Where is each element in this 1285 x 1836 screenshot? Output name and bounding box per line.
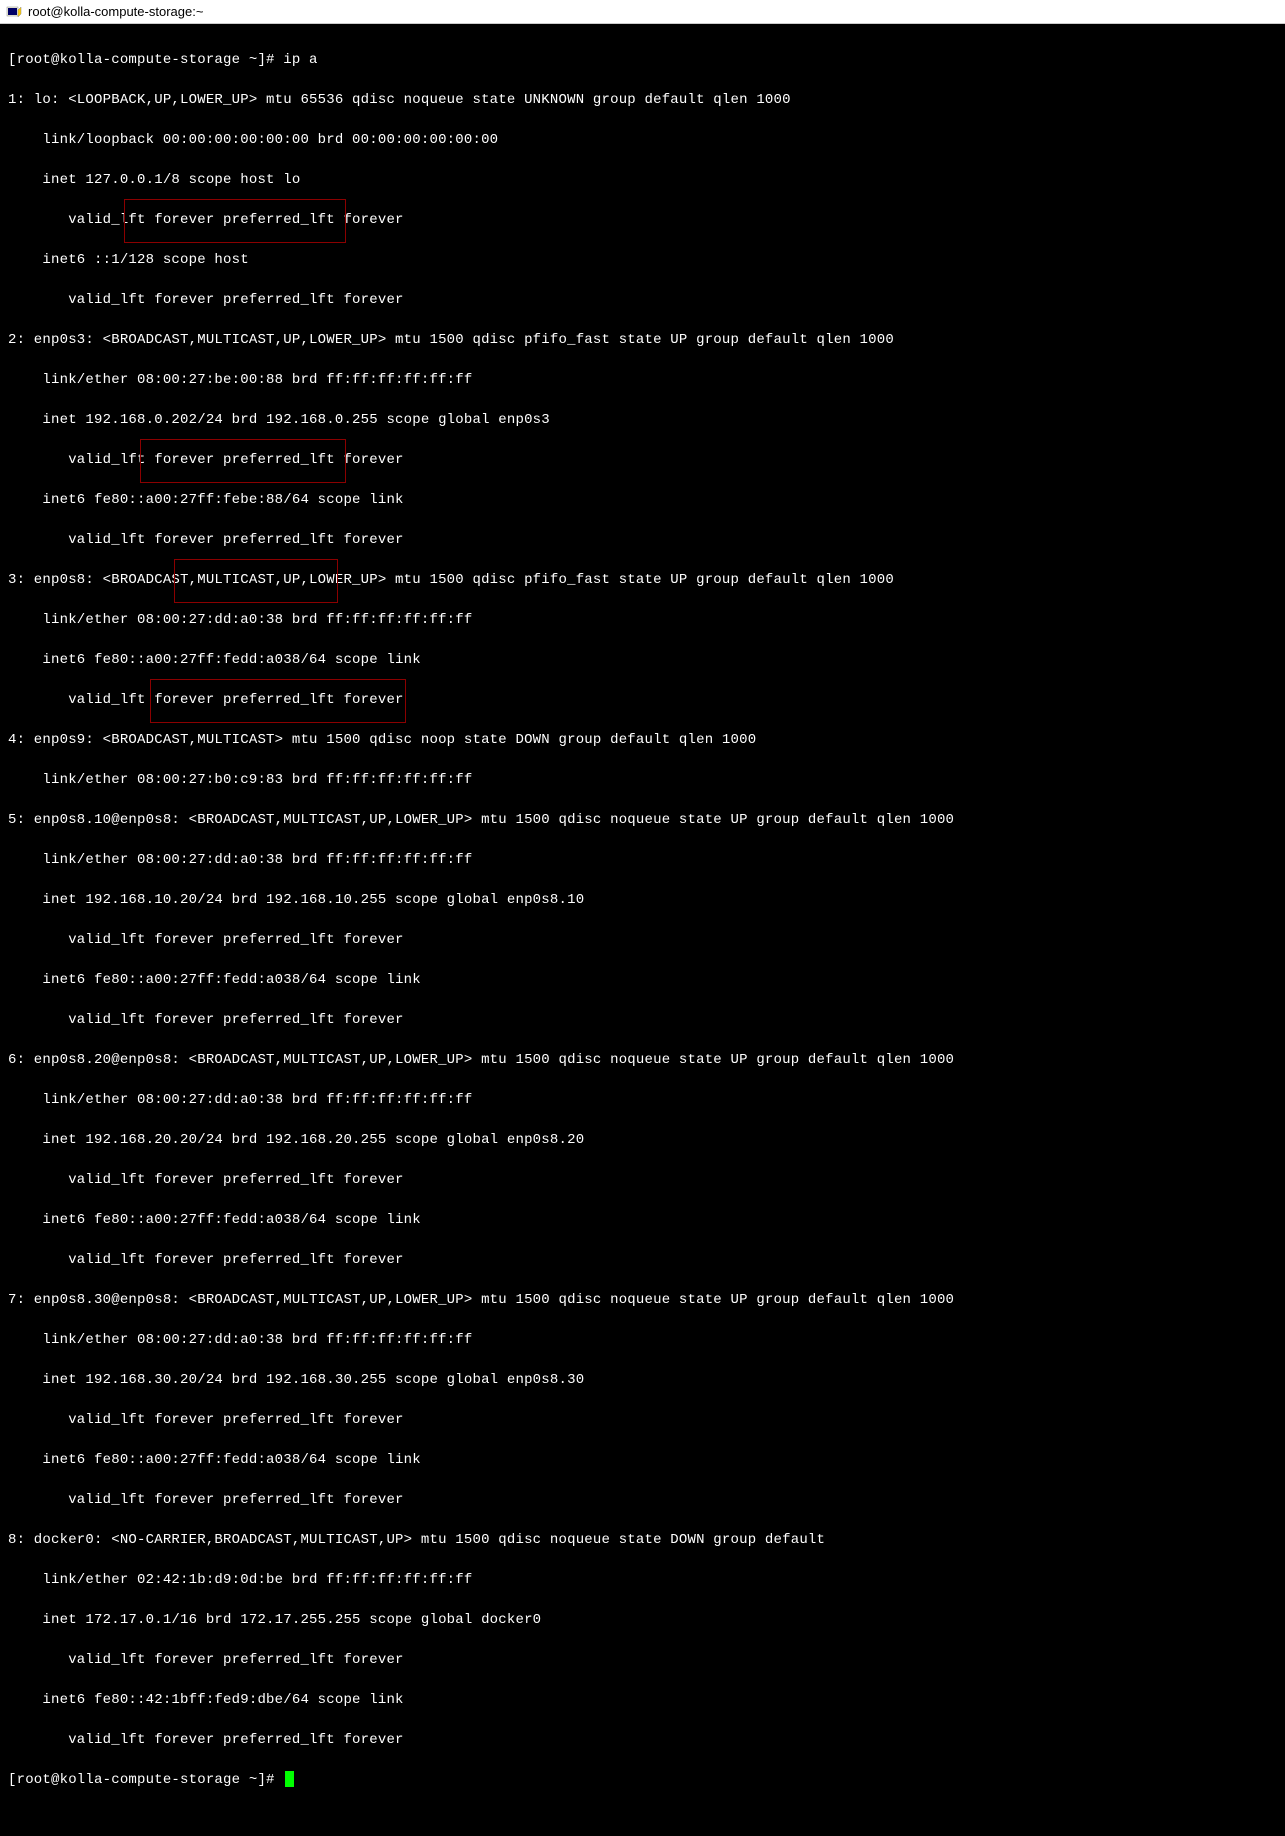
output-line: inet6 fe80::42:1bff:fed9:dbe/64 scope li… [8,1690,1277,1710]
window-title-bar: root@kolla-compute-storage:~ [0,0,1285,24]
prompt-line-end: [root@kolla-compute-storage ~]# [8,1770,1277,1790]
output-line: link/ether 08:00:27:b0:c9:83 brd ff:ff:f… [8,770,1277,790]
output-line: inet6 fe80::a00:27ff:fedd:a038/64 scope … [8,1450,1277,1470]
output-line: 8: docker0: <NO-CARRIER,BROADCAST,MULTIC… [8,1530,1277,1550]
output-line: inet6 fe80::a00:27ff:febe:88/64 scope li… [8,490,1277,510]
output-line: inet 192.168.0.202/24 brd 192.168.0.255 … [8,410,1277,430]
output-line: valid_lft forever preferred_lft forever [8,930,1277,950]
output-line: inet6 fe80::a00:27ff:fedd:a038/64 scope … [8,970,1277,990]
output-line: valid_lft forever preferred_lft forever [8,530,1277,550]
output-line: 2: enp0s3: <BROADCAST,MULTICAST,UP,LOWER… [8,330,1277,350]
output-line: link/ether 08:00:27:dd:a0:38 brd ff:ff:f… [8,1090,1277,1110]
output-line: inet6 ::1/128 scope host [8,250,1277,270]
output-line: inet 172.17.0.1/16 brd 172.17.255.255 sc… [8,1610,1277,1630]
output-line: inet 192.168.20.20/24 brd 192.168.20.255… [8,1130,1277,1150]
output-line: valid_lft forever preferred_lft forever [8,1170,1277,1190]
prompt-text: [root@kolla-compute-storage ~]# [8,1772,283,1788]
output-line: inet6 fe80::a00:27ff:fedd:a038/64 scope … [8,1210,1277,1230]
output-line: valid_lft forever preferred_lft forever [8,1490,1277,1510]
output-line: 6: enp0s8.20@enp0s8: <BROADCAST,MULTICAS… [8,1050,1277,1070]
putty-icon [6,4,22,20]
cursor-icon [285,1771,294,1787]
output-line: valid_lft forever preferred_lft forever [8,1250,1277,1270]
output-line: inet 192.168.10.20/24 brd 192.168.10.255… [8,890,1277,910]
output-line: valid_lft forever preferred_lft forever [8,450,1277,470]
output-line: valid_lft forever preferred_lft forever [8,210,1277,230]
window-title: root@kolla-compute-storage:~ [28,4,203,19]
output-line: link/ether 08:00:27:dd:a0:38 brd ff:ff:f… [8,1330,1277,1350]
output-line: valid_lft forever preferred_lft forever [8,1650,1277,1670]
terminal-area[interactable]: [root@kolla-compute-storage ~]# ip a 1: … [0,24,1285,1836]
output-line: 3: enp0s8: <BROADCAST,MULTICAST,UP,LOWER… [8,570,1277,590]
output-line: link/ether 08:00:27:be:00:88 brd ff:ff:f… [8,370,1277,390]
output-line: inet 192.168.30.20/24 brd 192.168.30.255… [8,1370,1277,1390]
output-line: inet6 fe80::a00:27ff:fedd:a038/64 scope … [8,650,1277,670]
output-line: link/ether 02:42:1b:d9:0d:be brd ff:ff:f… [8,1570,1277,1590]
output-line: valid_lft forever preferred_lft forever [8,690,1277,710]
output-line: valid_lft forever preferred_lft forever [8,290,1277,310]
output-line: 5: enp0s8.10@enp0s8: <BROADCAST,MULTICAS… [8,810,1277,830]
output-line: 7: enp0s8.30@enp0s8: <BROADCAST,MULTICAS… [8,1290,1277,1310]
output-line: inet 127.0.0.1/8 scope host lo [8,170,1277,190]
output-line: valid_lft forever preferred_lft forever [8,1730,1277,1750]
output-line: link/ether 08:00:27:dd:a0:38 brd ff:ff:f… [8,610,1277,630]
prompt-line: [root@kolla-compute-storage ~]# ip a [8,50,1277,70]
output-line: valid_lft forever preferred_lft forever [8,1010,1277,1030]
output-line: link/ether 08:00:27:dd:a0:38 brd ff:ff:f… [8,850,1277,870]
output-line: link/loopback 00:00:00:00:00:00 brd 00:0… [8,130,1277,150]
output-line: valid_lft forever preferred_lft forever [8,1410,1277,1430]
output-line: 4: enp0s9: <BROADCAST,MULTICAST> mtu 150… [8,730,1277,750]
output-line: 1: lo: <LOOPBACK,UP,LOWER_UP> mtu 65536 … [8,90,1277,110]
